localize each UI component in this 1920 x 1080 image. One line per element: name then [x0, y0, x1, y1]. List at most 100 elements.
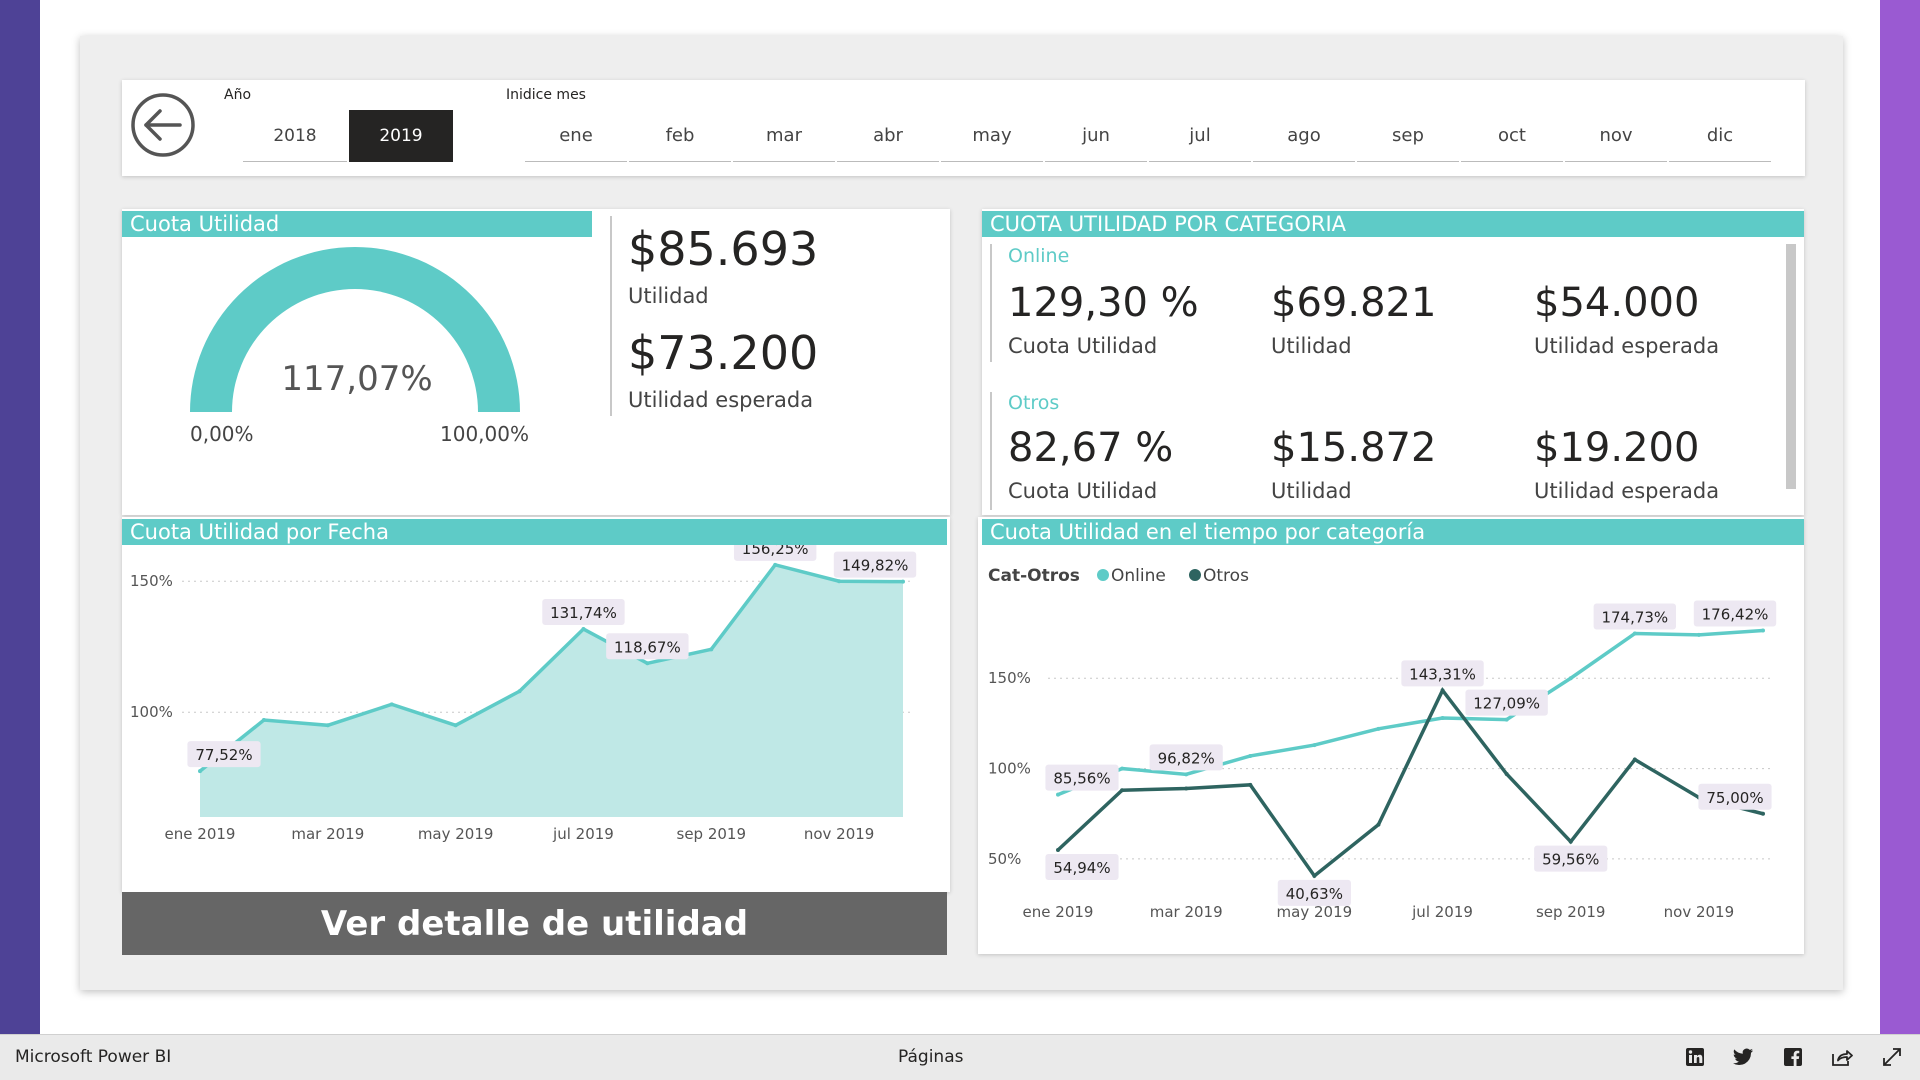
line-data-label-online-9: 174,73%: [1601, 609, 1668, 627]
area-point-5: [517, 689, 522, 694]
footer-bar: Microsoft Power BI Páginas: [0, 1034, 1920, 1080]
area-point-2: [325, 723, 330, 728]
line-point-online-2: [1184, 772, 1189, 777]
month-option-abr[interactable]: abr: [837, 110, 939, 162]
back-button[interactable]: [130, 92, 196, 158]
gauge-max-label: 100,00%: [440, 422, 529, 446]
month-option-nov[interactable]: nov: [1565, 110, 1667, 162]
footer-pages-button[interactable]: Páginas: [898, 1047, 963, 1067]
line-point-otros-8: [1568, 839, 1573, 844]
line-chart: Cat-Otros Online Otros 50% 100% 150% 85,56% 96,…: [988, 566, 1777, 921]
otros-utilidad-label: Utilidad: [1271, 479, 1352, 503]
year-option-2018[interactable]: 2018: [243, 110, 347, 162]
otros-section-title: Otros: [1008, 392, 1060, 414]
month-slicer-label: Inidice mes: [506, 87, 586, 103]
line-point-online-9: [1632, 631, 1637, 636]
month-option-feb[interactable]: feb: [629, 110, 731, 162]
area-point-11: [901, 579, 905, 584]
area-point-9: [773, 562, 778, 567]
utilidad-value: $85.693: [628, 222, 819, 276]
line-x-tick-5: nov 2019: [1664, 903, 1735, 921]
month-option-oct[interactable]: oct: [1461, 110, 1563, 162]
fullscreen-icon[interactable]: [1880, 1045, 1904, 1069]
line-legend-marker-0: [1097, 569, 1109, 581]
left-background-strip: [0, 0, 40, 1034]
line-x-tick-0: ene 2019: [1023, 903, 1094, 921]
line-x-tick-4: sep 2019: [1536, 903, 1606, 921]
line-series-otros: [1056, 686, 1764, 879]
area-chart: 100% 150% 77,52% 131,74% 118,67% 156,25% 149,8…: [130, 545, 917, 843]
footer-brand[interactable]: Microsoft Power BI: [15, 1047, 171, 1067]
online-esperada-value: $54.000: [1534, 280, 1700, 326]
line-point-online-6: [1440, 715, 1445, 720]
utilidad-esperada-label: Utilidad esperada: [628, 388, 814, 412]
area-x-tick-4: sep 2019: [677, 825, 747, 843]
line-point-otros-3: [1248, 782, 1253, 787]
line-y-tick-0: 50%: [988, 850, 1021, 868]
category-title: CUOTA UTILIDAD POR CATEGORIA: [982, 211, 1804, 237]
line-point-online-3: [1248, 753, 1253, 758]
line-point-otros-0: [1056, 848, 1060, 853]
share-icon[interactable]: [1830, 1045, 1854, 1069]
line-y-tick-1: 100%: [988, 760, 1031, 778]
area-y-tick-1: 150%: [130, 572, 173, 590]
line-data-label-otros-8: 59,56%: [1542, 851, 1599, 869]
facebook-icon[interactable]: [1781, 1045, 1805, 1069]
area-data-label-11: 149,82%: [842, 557, 909, 575]
month-option-dic[interactable]: dic: [1669, 110, 1771, 162]
area-data-label-0: 77,52%: [195, 746, 252, 764]
linkedin-icon[interactable]: [1683, 1045, 1707, 1069]
area-chart-title: Cuota Utilidad por Fecha: [122, 519, 947, 545]
gauge-title: Cuota Utilidad: [122, 211, 592, 237]
otros-esperada-value: $19.200: [1534, 425, 1700, 471]
month-option-mar[interactable]: mar: [733, 110, 835, 162]
online-utilidad-label: Utilidad: [1271, 334, 1352, 358]
area-point-1: [261, 718, 266, 723]
line-data-label-online-0: 85,56%: [1053, 770, 1110, 788]
area-data-label-6: 131,74%: [550, 604, 617, 622]
area-point-0: [198, 769, 202, 774]
online-divider: [990, 244, 992, 362]
line-point-otros-1: [1120, 788, 1125, 793]
twitter-icon[interactable]: [1731, 1045, 1755, 1069]
area-data-label-7: 118,67%: [614, 638, 681, 656]
area-y-tick-0: 100%: [130, 703, 173, 721]
line-x-tick-1: mar 2019: [1150, 903, 1223, 921]
area-x-tick-1: mar 2019: [291, 825, 364, 843]
line-data-label-online-7: 127,09%: [1473, 695, 1540, 713]
otros-utilidad-value: $15.872: [1271, 425, 1437, 471]
area-point-4: [453, 723, 458, 728]
line-legend-title: Cat-Otros: [988, 566, 1080, 586]
month-option-may[interactable]: may: [941, 110, 1043, 162]
month-option-ene[interactable]: ene: [525, 110, 627, 162]
line-point-online-7: [1504, 717, 1509, 722]
area-point-10: [837, 579, 842, 584]
line-point-online-8: [1568, 676, 1573, 681]
month-option-jun[interactable]: jun: [1045, 110, 1147, 162]
line-point-online-10: [1696, 632, 1701, 637]
line-point-otros-2: [1184, 786, 1189, 791]
month-option-sep[interactable]: sep: [1357, 110, 1459, 162]
line-y-tick-2: 150%: [988, 669, 1031, 687]
online-utilidad-value: $69.821: [1271, 280, 1437, 326]
otros-cuota-value: 82,67 %: [1008, 425, 1174, 471]
month-option-ago[interactable]: ago: [1253, 110, 1355, 162]
back-arrow-icon: [131, 93, 195, 157]
ver-detalle-button[interactable]: Ver detalle de utilidad: [122, 892, 947, 955]
line-legend-item-0: Online: [1111, 566, 1166, 586]
line-point-otros-11: [1761, 811, 1765, 816]
area-point-7: [645, 661, 650, 666]
line-point-otros-9: [1632, 757, 1637, 762]
otros-esperada-label: Utilidad esperada: [1534, 479, 1720, 503]
area-point-8: [709, 647, 714, 652]
month-option-jul[interactable]: jul: [1149, 110, 1251, 162]
line-data-label-otros-11: 75,00%: [1706, 789, 1763, 807]
gauge-min-label: 0,00%: [190, 422, 254, 446]
year-option-2019[interactable]: 2019: [349, 110, 453, 162]
online-section-title: Online: [1008, 245, 1070, 267]
category-scrollbar[interactable]: [1786, 244, 1796, 489]
line-data-label-online-2: 96,82%: [1158, 749, 1215, 767]
online-cuota-value: 129,30 %: [1008, 280, 1199, 326]
line-data-label-otros-6: 143,31%: [1409, 665, 1476, 683]
line-point-online-5: [1376, 726, 1381, 731]
